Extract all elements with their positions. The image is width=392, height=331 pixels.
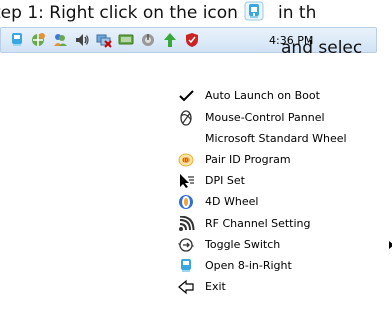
toggle-switch-icon xyxy=(178,238,194,252)
checkmark-icon xyxy=(179,90,194,102)
4d-wheel-icon xyxy=(179,195,193,209)
menu-item-pair-id[interactable]: ID Pair ID Program xyxy=(178,150,392,170)
menu-item-label: DPI Set xyxy=(205,174,245,187)
instruction-text: tep 1: Right click on the icon xyxy=(0,3,238,23)
volume-icon[interactable] xyxy=(74,32,90,48)
8-in-right-icon xyxy=(244,1,264,21)
menu-item-label: Exit xyxy=(205,280,226,293)
menu-item-label: Pair ID Program xyxy=(205,153,291,166)
instruction-line: tep 1: Right click on the icon in th xyxy=(0,0,392,26)
svg-text:ID: ID xyxy=(183,158,188,164)
menu-item-mouse-control[interactable]: Mouse-Control Pannel xyxy=(178,108,392,128)
menu-item-label: Toggle Switch xyxy=(205,238,281,251)
update-icon[interactable] xyxy=(162,32,178,48)
menu-item-toggle-switch[interactable]: Toggle Switch xyxy=(178,235,392,255)
instruction-text-continued: in th xyxy=(278,3,317,23)
menu-item-dpi-set[interactable]: DPI Set xyxy=(178,171,392,191)
pair-id-icon: ID xyxy=(178,153,194,167)
menu-item-label: 4D Wheel xyxy=(205,195,259,208)
menu-item-open-8-in-right[interactable]: Open 8-in-Right xyxy=(178,256,392,276)
display-icon[interactable] xyxy=(118,32,134,48)
menu-item-label: Auto Launch on Boot xyxy=(205,89,320,102)
security-icon[interactable] xyxy=(184,32,200,48)
menu-item-label: Mouse-Control Pannel xyxy=(205,111,325,124)
menu-item-standard-wheel[interactable]: Microsoft Standard Wheel xyxy=(178,129,392,149)
mouse-control-icon xyxy=(180,110,192,126)
menu-item-auto-launch[interactable]: Auto Launch on Boot xyxy=(178,86,392,106)
network-warning-icon[interactable] xyxy=(96,32,112,48)
network-icon[interactable] xyxy=(30,32,46,48)
menu-item-label: Open 8-in-Right xyxy=(205,259,292,272)
instruction-tail: and selec xyxy=(281,38,363,58)
menu-item-label: RF Channel Setting xyxy=(205,217,311,230)
menu-item-label: Microsoft Standard Wheel xyxy=(205,132,347,145)
dpi-cursor-icon xyxy=(180,174,194,188)
8-in-right-icon xyxy=(181,259,191,272)
rf-signal-icon xyxy=(179,216,195,231)
menu-item-4d-wheel[interactable]: 4D Wheel xyxy=(178,192,392,212)
messenger-icon[interactable] xyxy=(52,32,68,48)
exit-arrow-icon xyxy=(178,279,194,295)
8-in-right-icon[interactable] xyxy=(9,32,25,48)
menu-item-rf-channel[interactable]: RF Channel Setting xyxy=(178,214,392,234)
menu-item-exit[interactable]: Exit xyxy=(178,277,392,297)
wireless-icon[interactable] xyxy=(140,32,156,48)
